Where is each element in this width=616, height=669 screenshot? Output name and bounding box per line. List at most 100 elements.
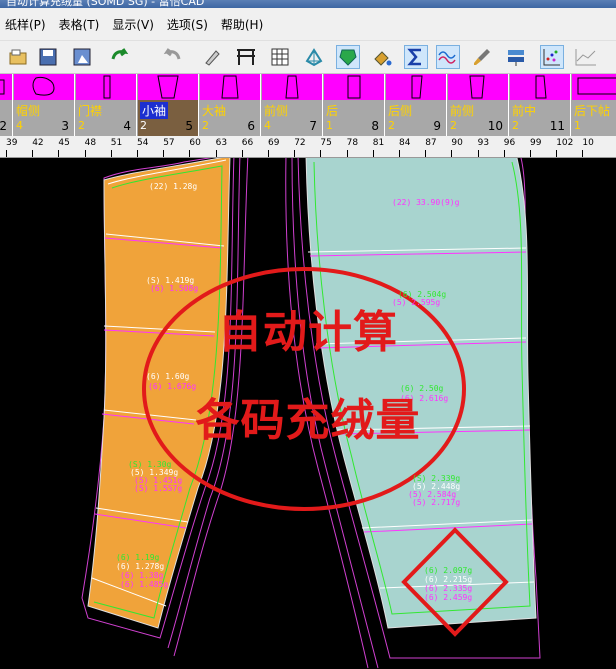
piece-name: 后 xyxy=(326,104,339,118)
shield-icon[interactable] xyxy=(336,45,360,69)
ruler-tick xyxy=(530,150,531,157)
piece-cell[interactable]: 后1 8 xyxy=(324,74,385,136)
ruler-label: 81 xyxy=(372,138,385,148)
piece-name: 后侧 xyxy=(388,104,413,118)
open-icon[interactable] xyxy=(6,45,30,69)
chart-icon[interactable] xyxy=(574,45,598,69)
ruler-label: 10 xyxy=(582,138,594,148)
ruler-label: 72 xyxy=(294,138,306,148)
ruler-label: 63 xyxy=(215,138,228,148)
save-as-icon[interactable] xyxy=(70,45,94,69)
piece-qty: 2 xyxy=(78,119,85,132)
menu-pattern[interactable]: 纸样(P) xyxy=(5,16,46,33)
piece-qty: 4 xyxy=(264,119,271,132)
left-label-0: (22) 1.28g xyxy=(149,182,198,191)
ruler: 39 42 45 48 51 54 57 60 63 66 69 72 75 78 81 84 87 90 93 96… xyxy=(0,136,616,158)
overlay-line-1: 自动计算 xyxy=(218,307,398,358)
piece-cell[interactable]: 帽侧 4 3 xyxy=(14,74,75,136)
frame-icon[interactable] xyxy=(234,45,258,69)
piece-cell[interactable]: 后下帖11 xyxy=(572,74,616,136)
ruler-label: 54 xyxy=(137,138,149,148)
left-label-10: (6) 1.278g xyxy=(116,562,165,571)
ruler-label: 39 xyxy=(6,138,18,148)
right-label-11: (6) 2.335g xyxy=(424,584,473,593)
piece-cell[interactable]: 门襟 2 4 xyxy=(76,74,137,136)
piece-thumbnail xyxy=(448,74,508,100)
ruler-tick xyxy=(110,150,112,157)
ruler-label: 96 xyxy=(503,138,516,148)
piece-index: 5 xyxy=(185,119,193,133)
piece-index: 11 xyxy=(549,119,565,133)
ruler-tick xyxy=(320,150,322,157)
piece-cell[interactable]: 前侧 2 10 xyxy=(448,74,509,136)
menu-view[interactable]: 显示(V) xyxy=(112,16,154,33)
piece-qty: 1 xyxy=(574,119,581,132)
piece-qty: 4 xyxy=(16,119,23,132)
ruler-label: 60 xyxy=(189,138,201,148)
scatter-icon[interactable] xyxy=(540,45,564,69)
ruler-tick xyxy=(58,150,60,157)
ruler-tick xyxy=(137,150,138,157)
ruler-label: 78 xyxy=(346,138,359,148)
piece-thumbnail xyxy=(76,74,136,100)
menu-help[interactable]: 帮助(H) xyxy=(221,16,263,33)
ruler-label: 99 xyxy=(530,138,542,148)
piece-index: 10 xyxy=(487,119,503,133)
piece-name: 小袖 xyxy=(140,102,169,119)
piece-name: 后下帖 xyxy=(574,104,611,118)
piece-cell[interactable]: 前中 2 11 xyxy=(510,74,571,136)
wave-icon[interactable] xyxy=(436,45,460,69)
piece-index: 3 xyxy=(61,119,69,133)
toolbar xyxy=(0,40,616,74)
ruler-tick xyxy=(477,150,479,157)
polygon-icon[interactable] xyxy=(302,45,326,69)
ruler-label: 90 xyxy=(451,138,463,148)
ruler-label: 45 xyxy=(58,138,70,148)
piece-name: 前中 xyxy=(512,104,537,118)
fill-icon[interactable] xyxy=(370,45,394,69)
ruler-tick xyxy=(84,150,86,157)
ruler-tick xyxy=(32,150,34,157)
ruler-tick xyxy=(189,150,191,157)
ruler-tick xyxy=(268,150,269,157)
ruler-label: 93 xyxy=(477,138,490,148)
ruler-label: 84 xyxy=(399,138,411,148)
ruler-label: 87 xyxy=(425,138,437,148)
piece-cell[interactable]: 前侧 4 7 xyxy=(262,74,323,136)
menu-options[interactable]: 选项(S) xyxy=(167,16,208,33)
piece-cell[interactable]: 22 xyxy=(0,74,13,136)
piece-thumbnail xyxy=(572,74,616,100)
pen-icon[interactable] xyxy=(200,45,224,69)
piece-index: 7 xyxy=(309,119,317,133)
piece-cell[interactable]: 后侧 2 9 xyxy=(386,74,447,136)
layers-icon[interactable] xyxy=(504,45,528,69)
ruler-label: 51 xyxy=(110,138,123,148)
right-label-0: (22) 33.90(9)g xyxy=(392,198,460,207)
piece-thumbnail xyxy=(324,74,384,100)
ruler-tick xyxy=(503,150,505,157)
piece-thumbnail xyxy=(0,74,12,100)
ruler-tick xyxy=(294,150,296,157)
brush-icon[interactable] xyxy=(470,45,494,69)
app-window: 自动计算充绒量 (SOMD SG) - 富怡CAD 纸样(P) 表格(T) 显示… xyxy=(0,0,616,669)
piece-cell[interactable]: 大袖 2 6 xyxy=(200,74,261,136)
piece-qty: 2 xyxy=(388,119,395,132)
left-label-12: (6) 1.485g xyxy=(120,580,169,589)
menu-table[interactable]: 表格(T) xyxy=(59,16,100,33)
left-label-11: (6) 1.38g xyxy=(120,571,164,580)
piece-thumbnail xyxy=(138,74,198,100)
piece-name: 大袖 xyxy=(202,104,227,118)
overlay-line-2: 各码充绒量 xyxy=(195,395,421,446)
right-label-10: (6) 2.215g xyxy=(424,575,473,584)
redo-icon[interactable] xyxy=(160,45,184,69)
piece-qty: 2 xyxy=(140,119,147,132)
piece-name: 帽侧 xyxy=(16,104,41,118)
undo-icon[interactable] xyxy=(108,45,132,69)
right-label-9: (6) 2.097g xyxy=(424,566,473,575)
piece-cell[interactable]: 小袖 2 5 xyxy=(138,74,199,136)
work-canvas[interactable]: (22) 1.28g (S) 1.419g (6) 1.508g (6) 1.6… xyxy=(0,158,616,669)
piece-qty: 2 xyxy=(202,119,209,132)
sigma-icon[interactable] xyxy=(404,45,428,69)
save-icon[interactable] xyxy=(36,45,60,69)
grid-icon[interactable] xyxy=(268,45,292,69)
